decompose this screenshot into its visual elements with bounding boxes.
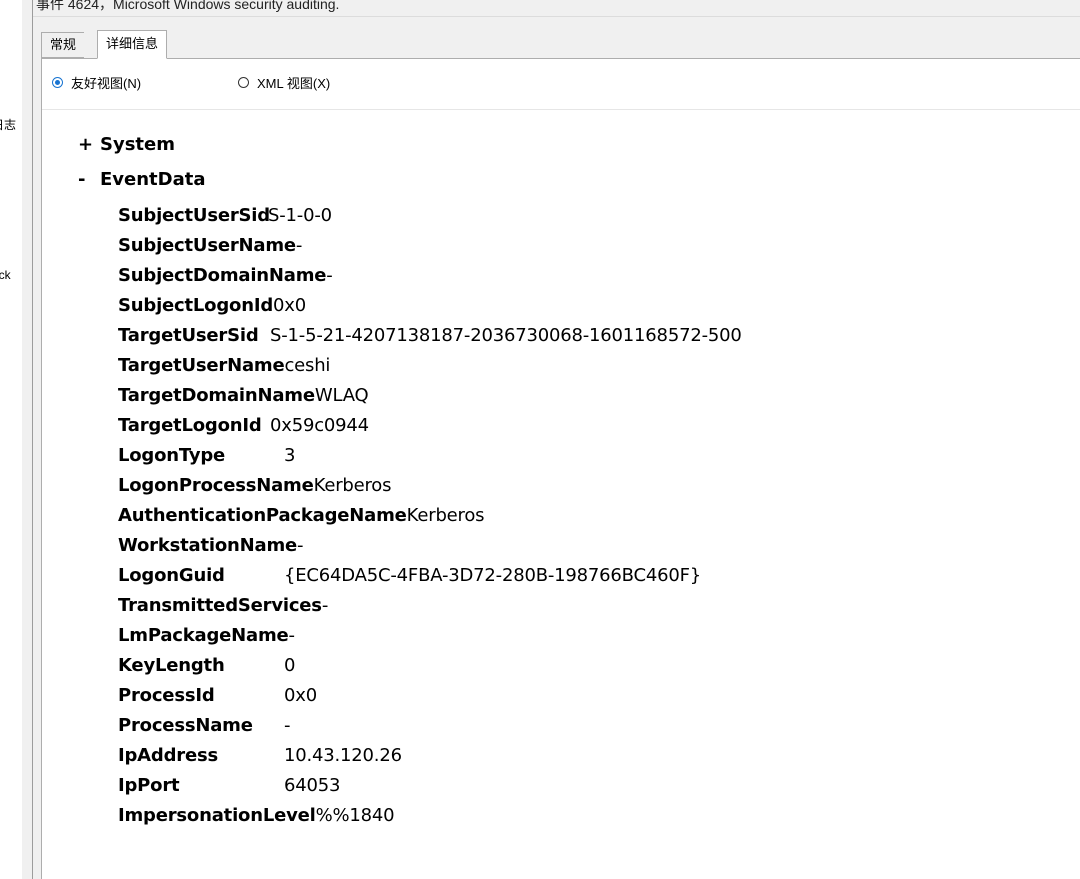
- field-row: TargetUserName ceshi: [118, 350, 742, 380]
- field-name: ImpersonationLevel: [118, 804, 316, 826]
- field-row: IpPort 64053: [118, 770, 742, 800]
- tab-general[interactable]: 常规: [41, 32, 85, 58]
- field-row: LogonGuid {EC64DA5C-4FBA-3D72-280B-198766…: [118, 560, 742, 590]
- field-name: WorkstationName: [118, 534, 298, 556]
- field-value: WLAQ: [314, 384, 369, 406]
- event-title: 事件 4624，Microsoft Windows security audit…: [36, 0, 340, 12]
- tab-details[interactable]: 详细信息: [97, 30, 168, 59]
- radio-unchecked-icon[interactable]: [238, 76, 249, 88]
- field-row: LogonProcessName Kerberos: [118, 470, 742, 500]
- field-row: ImpersonationLevel %%1840: [118, 800, 742, 830]
- field-value: %%1840: [315, 804, 395, 826]
- field-row: WorkstationName -: [118, 530, 742, 560]
- field-name: LogonType: [118, 444, 226, 466]
- field-name: SubjectUserName: [118, 234, 296, 256]
- eventdata-fields: SubjectUserSid S-1-0-0 SubjectUserName - S…: [118, 200, 742, 830]
- view-mode-bar: 友好视图(N) XML 视图(X): [42, 59, 1080, 110]
- field-value: -: [288, 624, 296, 646]
- field-name: AuthenticationPackageName: [118, 504, 407, 526]
- field-name: IpPort: [118, 774, 180, 796]
- field-row: SubjectDomainName -: [118, 260, 742, 290]
- field-name: SubjectDomainName: [118, 264, 327, 286]
- event-properties-panel: 事件 4624，Microsoft Windows security audit…: [33, 0, 1080, 879]
- section-eventdata[interactable]: - EventData: [78, 169, 206, 190]
- section-label: EventData: [100, 169, 206, 190]
- field-row: KeyLength 0: [118, 650, 742, 680]
- field-value: -: [326, 264, 333, 286]
- field-value: 64053: [284, 774, 341, 796]
- friendly-view-label: 友好视图(N): [71, 75, 142, 91]
- field-row: ProcessId 0x0: [118, 680, 742, 710]
- field-name: IpAddress: [118, 744, 218, 766]
- field-value: 10.43.120.26: [284, 744, 402, 766]
- pane-splitter[interactable]: [22, 0, 33, 879]
- field-row: IpAddress 10.43.120.26: [118, 740, 742, 770]
- field-name: TargetUserName: [118, 354, 285, 376]
- field-name: LmPackageName: [118, 624, 289, 646]
- field-row: SubjectLogonId 0x0: [118, 290, 742, 320]
- field-name: ProcessName: [118, 714, 253, 736]
- field-row: SubjectUserSid S-1-0-0: [118, 200, 742, 230]
- collapse-toggle[interactable]: -: [78, 169, 100, 190]
- field-value: -: [295, 234, 303, 256]
- field-name: TargetDomainName: [118, 384, 315, 406]
- section-label: System: [100, 134, 175, 155]
- field-value: {EC64DA5C-4FBA-3D72-280B-198766BC460F}: [284, 564, 702, 586]
- field-value: 3: [284, 444, 296, 466]
- field-value: S-1-0-0: [268, 204, 332, 226]
- field-row: LmPackageName -: [118, 620, 742, 650]
- field-row: ProcessName -: [118, 710, 742, 740]
- event-xml-tree: + System - EventData SubjectUserSid S-1-0-0…: [62, 110, 1080, 879]
- field-name: KeyLength: [118, 654, 225, 676]
- field-value: 0x59c0944: [270, 414, 369, 436]
- left-pane: 日志 ack: [0, 0, 23, 879]
- field-value: S-1-5-21-4207138187-2036730068-160116857…: [270, 324, 742, 346]
- field-value: 0x0: [273, 294, 306, 316]
- field-row: TargetUserSid S-1-5-21-4207138187-2036730…: [118, 320, 742, 350]
- field-row: SubjectUserName -: [118, 230, 742, 260]
- field-name: SubjectLogonId: [118, 294, 273, 316]
- field-value: -: [297, 534, 304, 556]
- details-tab-body: 友好视图(N) XML 视图(X) + System - EventData Sub…: [41, 58, 1080, 879]
- field-name: TransmittedServices: [118, 594, 322, 616]
- field-value: Kerberos: [406, 504, 485, 526]
- field-row: AuthenticationPackageName Kerberos: [118, 500, 742, 530]
- xml-view-radio[interactable]: XML 视图(X): [238, 73, 330, 91]
- event-title-bar: 事件 4624，Microsoft Windows security audit…: [33, 0, 1080, 17]
- field-value: 0: [284, 654, 296, 676]
- field-row: TransmittedServices -: [118, 590, 742, 620]
- field-value: ceshi: [284, 354, 331, 376]
- field-name: LogonGuid: [118, 564, 225, 586]
- field-name: ProcessId: [118, 684, 215, 706]
- field-value: Kerberos: [313, 474, 392, 496]
- left-pane-fragment[interactable]: ack: [0, 268, 11, 282]
- field-value: -: [284, 714, 291, 736]
- field-row: TargetLogonId 0x59c0944: [118, 410, 742, 440]
- field-value: 0x0: [284, 684, 317, 706]
- field-row: LogonType 3: [118, 440, 742, 470]
- friendly-view-radio[interactable]: 友好视图(N): [52, 73, 141, 91]
- left-pane-fragment[interactable]: 日志: [0, 116, 16, 133]
- xml-view-label: XML 视图(X): [257, 75, 331, 91]
- field-row: TargetDomainName WLAQ: [118, 380, 742, 410]
- field-name: LogonProcessName: [118, 474, 314, 496]
- expand-toggle[interactable]: +: [78, 134, 100, 155]
- field-name: SubjectUserSid: [118, 204, 270, 226]
- section-system[interactable]: + System: [78, 134, 175, 155]
- radio-checked-icon[interactable]: [52, 76, 63, 88]
- field-value: -: [321, 594, 329, 616]
- field-name: TargetLogonId: [118, 414, 262, 436]
- field-name: TargetUserSid: [118, 324, 259, 346]
